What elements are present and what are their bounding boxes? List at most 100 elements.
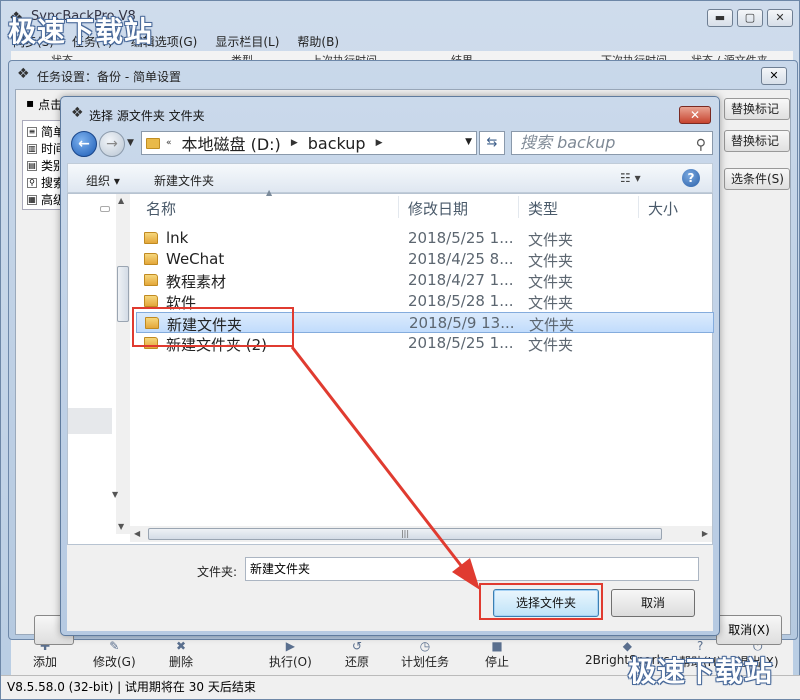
stop-button[interactable]: ■ 停止 — [485, 639, 509, 670]
tree-node-icon: ▥ — [27, 143, 37, 154]
breadcrumb-drive[interactable]: 本地磁盘 (D:) — [182, 131, 281, 155]
scroll-right-icon[interactable]: ▶ — [702, 529, 708, 538]
folder-icon — [144, 253, 158, 265]
expand-icon: ▪ — [26, 96, 35, 110]
scroll-thumb[interactable]: ||| — [148, 528, 662, 540]
item-date: 2018/4/25 8... — [408, 250, 514, 268]
add-button[interactable]: ✚ 添加 — [33, 639, 57, 670]
folder-icon — [144, 274, 158, 286]
item-date: 2018/5/28 1... — [408, 292, 514, 310]
schedule-button[interactable]: ◷ 计划任务 — [401, 639, 449, 670]
view-options-icon[interactable]: ☷ ▾ — [620, 171, 641, 185]
item-name: 软件 — [166, 294, 197, 312]
breadcrumb-chevron-icon[interactable]: ▶ — [291, 138, 298, 148]
nav-pane-scrollbar[interactable]: ▲ ▼ — [116, 194, 130, 534]
folder-picker-dialog: ❖ 选择 源文件夹 文件夹 ✕ ← → ▼ « 本地磁盘 (D:) ▶ back… — [60, 96, 720, 636]
run-button[interactable]: ▶ 执行(O) — [269, 639, 312, 670]
back-arrow-icon[interactable]: ← — [71, 131, 97, 157]
collapse-icon[interactable] — [100, 206, 110, 212]
item-type: 文件夹 — [529, 316, 575, 334]
item-date: 2018/4/27 1... — [408, 271, 514, 289]
task-cancel-button[interactable]: 取消(X) — [716, 615, 782, 645]
column-divider[interactable] — [398, 196, 399, 218]
column-divider[interactable] — [518, 196, 519, 218]
replace-tag-button-1[interactable]: 替换标记 — [724, 98, 790, 120]
file-browser: ▲ ▼ ▲ 名称 修改日期 类型 大小 lnk 2018/5/25 1... 文… — [67, 188, 714, 545]
col-size[interactable]: 大小 — [648, 198, 678, 219]
breadcrumb-backup[interactable]: backup — [308, 134, 366, 153]
help-icon[interactable]: ? — [682, 169, 700, 187]
scroll-left-icon[interactable]: ◀ — [134, 529, 140, 538]
list-item[interactable]: WeChat 2018/4/25 8... 文件夹 — [136, 249, 714, 270]
scroll-down-icon[interactable]: ▼ — [112, 490, 118, 499]
forward-arrow-icon[interactable]: → — [99, 131, 125, 157]
item-type: 文件夹 — [528, 252, 574, 270]
watermark-bottom: 极速下载站 — [628, 655, 774, 688]
search-icon: ⚲ — [695, 137, 706, 153]
dialog-icon: ❖ — [71, 105, 84, 121]
col-name[interactable]: 名称 — [146, 198, 176, 219]
grid-icon: ▦ — [27, 194, 37, 205]
minimize-icon[interactable]: ▬ — [707, 9, 733, 27]
menu-columns[interactable]: 显示栏目(L) — [213, 31, 281, 51]
col-modified[interactable]: 修改日期 — [408, 198, 468, 219]
modify-button[interactable]: ✎ 修改(G) — [93, 639, 136, 670]
tree-node-icon: ≡ — [27, 126, 37, 137]
folder-icon — [144, 295, 158, 307]
scroll-up-icon[interactable]: ▲ — [118, 196, 124, 205]
organize-button[interactable]: 组织 ▾ — [86, 172, 120, 189]
horizontal-scrollbar[interactable]: ◀ ||| ▶ — [130, 526, 712, 542]
replace-tag-button-2[interactable]: 替换标记 — [724, 130, 790, 152]
item-type: 文件夹 — [528, 336, 574, 354]
breadcrumb-overflow-icon[interactable]: « — [166, 138, 172, 148]
delete-button[interactable]: ✖ 删除 — [169, 639, 193, 670]
col-type[interactable]: 类型 — [528, 198, 558, 219]
list-item[interactable]: 软件 2018/5/28 1... 文件夹 — [136, 291, 714, 312]
stop-icon: ■ — [491, 639, 503, 653]
breadcrumb-chevron-icon[interactable]: ▶ — [376, 138, 383, 148]
folder-name-input[interactable]: 新建文件夹 — [245, 557, 699, 581]
maximize-icon[interactable]: ▢ — [737, 9, 763, 27]
item-type: 文件夹 — [528, 231, 574, 249]
schedule-icon: ◷ — [419, 639, 431, 653]
folder-icon — [144, 337, 158, 349]
folder-icon — [146, 137, 160, 149]
navigation-pane — [68, 194, 118, 534]
click-hint: ▪ 点击 — [26, 96, 63, 112]
restore-button[interactable]: ↺ 还原 — [345, 639, 369, 670]
picker-title: 选择 源文件夹 文件夹 — [89, 109, 205, 123]
file-list-header: ▲ 名称 修改日期 类型 大小 — [136, 188, 714, 220]
column-divider[interactable] — [638, 196, 639, 218]
list-item[interactable]: 新建文件夹 (2) 2018/5/25 1... 文件夹 — [136, 333, 714, 354]
select-folder-button[interactable]: 选择文件夹 — [493, 589, 599, 617]
scroll-down-icon[interactable]: ▼ — [118, 522, 124, 531]
address-bar[interactable]: « 本地磁盘 (D:) ▶ backup ▶ ▼ — [141, 131, 477, 155]
select-conditions-button[interactable]: 选条件(S) — [724, 168, 790, 190]
menu-help[interactable]: 帮助(B) — [295, 31, 341, 51]
list-item[interactable]: lnk 2018/5/25 1... 文件夹 — [136, 228, 714, 249]
item-name: 新建文件夹 — [167, 316, 243, 334]
close-icon[interactable]: ✕ — [767, 9, 793, 27]
folder-icon — [144, 232, 158, 244]
search-icon: ⚲ — [27, 177, 37, 188]
list-item[interactable]: 教程素材 2018/4/27 1... 文件夹 — [136, 270, 714, 291]
list-item-selected[interactable]: 新建文件夹 2018/5/9 13... 文件夹 — [136, 312, 714, 334]
refresh-icon[interactable]: ⇆ — [479, 131, 505, 155]
item-date: 2018/5/9 13... — [409, 314, 515, 332]
search-input[interactable]: 搜索 backup ⚲ — [511, 131, 713, 155]
chevron-down-icon[interactable]: ▼ — [465, 137, 472, 147]
item-name: WeChat — [166, 250, 225, 268]
item-type: 文件夹 — [528, 273, 574, 291]
task-dialog-title: 任务设置：备份 - 简单设置 — [37, 70, 181, 84]
scroll-thumb[interactable] — [117, 266, 129, 322]
delete-icon: ✖ — [175, 639, 187, 653]
close-icon[interactable]: ✕ — [679, 106, 711, 124]
task-dialog-icon: ❖ — [17, 66, 30, 82]
item-type: 文件夹 — [528, 294, 574, 312]
item-name: lnk — [166, 229, 189, 247]
nav-pane-item[interactable] — [68, 408, 112, 434]
cancel-button[interactable]: 取消 — [611, 589, 695, 617]
history-dropdown-icon[interactable]: ▼ — [127, 138, 134, 148]
close-icon[interactable]: ✕ — [761, 67, 787, 85]
new-folder-button[interactable]: 新建文件夹 — [154, 172, 214, 189]
